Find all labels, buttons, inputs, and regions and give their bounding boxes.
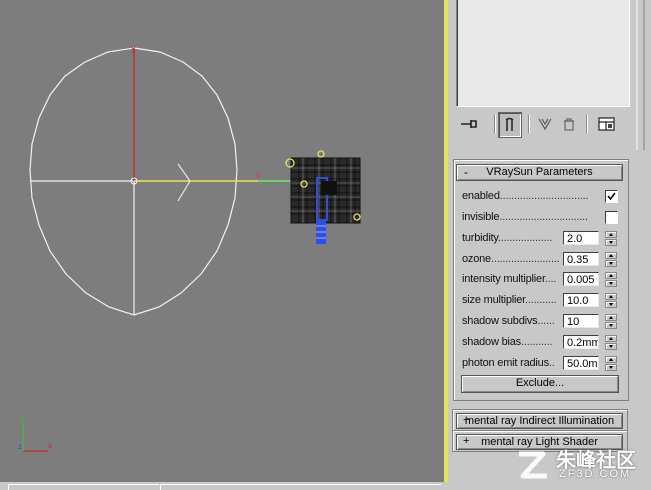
spinner-down-icon[interactable] <box>605 239 617 246</box>
turbidity-input[interactable]: 2.0 <box>563 231 599 245</box>
param-label: photon emit radius.. <box>462 357 555 369</box>
modifier-stack-list[interactable] <box>456 0 630 107</box>
param-row-ozone: ozone........................ 0.35 <box>462 251 622 269</box>
param-label-text: size multiplier <box>462 294 526 306</box>
param-label-dots: ...... <box>537 315 555 327</box>
param-label-dots: ................... <box>497 232 553 244</box>
exclude-button[interactable]: Exclude... <box>461 375 619 393</box>
spinner-arrows-icon[interactable] <box>605 293 617 308</box>
spinner-arrows-icon[interactable] <box>605 314 617 329</box>
param-label-text: invisible <box>462 211 500 223</box>
shadow-subdivs-input[interactable]: 10 <box>563 314 599 328</box>
panel-scrollbar[interactable] <box>636 0 646 150</box>
rollout-mental-ray-indirect-illumination[interactable]: + mental ray Indirect Illumination <box>456 413 623 429</box>
param-label-text: shadow subdivs <box>462 315 538 327</box>
svg-text:y: y <box>20 415 24 424</box>
vraysun-object[interactable] <box>285 150 361 244</box>
svg-text:x: x <box>256 170 261 180</box>
param-label: enabled............................... <box>462 190 588 202</box>
make-unique-icon[interactable] <box>534 112 556 136</box>
svg-text:x: x <box>48 441 52 450</box>
spinner-up-icon[interactable] <box>605 293 617 300</box>
shadow-bias-input[interactable]: 0.2mm <box>563 335 599 349</box>
configure-modifier-sets-icon[interactable] <box>596 112 618 136</box>
param-label: intensity multiplier.... <box>462 273 556 285</box>
rollout-title: VRaySun Parameters <box>486 166 593 178</box>
modifier-stack-toolbar <box>456 112 636 138</box>
pin-stack-icon[interactable] <box>458 112 480 136</box>
spinner-arrows-icon[interactable] <box>605 252 617 267</box>
spinner-down-icon[interactable] <box>605 322 617 329</box>
spinner-up-icon[interactable] <box>605 335 617 342</box>
param-label-text: turbidity <box>462 232 498 244</box>
spinner-arrows-icon[interactable] <box>605 231 617 246</box>
spinner-up-icon[interactable] <box>605 252 617 259</box>
spinner-down-icon[interactable] <box>605 364 617 371</box>
param-row-intensity-multiplier: intensity multiplier.... 0.005 <box>462 271 622 289</box>
param-label-dots: ........... <box>520 336 553 348</box>
param-row-shadow-bias: shadow bias........... 0.2mm <box>462 334 622 352</box>
spinner-down-icon[interactable] <box>605 343 617 350</box>
param-row-size-multiplier: size multiplier........... 10.0 <box>462 292 622 310</box>
param-label: turbidity................... <box>462 232 552 244</box>
param-label-text: photon emit radius <box>462 357 549 369</box>
param-label-dots: .... <box>544 273 557 285</box>
param-label-dots: ............................... <box>499 211 588 223</box>
spinner-down-icon[interactable] <box>605 280 617 287</box>
param-label: size multiplier........... <box>462 294 557 306</box>
vraysun-rollout-header[interactable]: - VRaySun Parameters <box>456 164 623 181</box>
rollout-title: mental ray Indirect Illumination <box>464 415 615 427</box>
watermark-logo-icon <box>519 451 547 479</box>
param-label-text: ozone <box>462 253 491 265</box>
spinner-up-icon[interactable] <box>605 314 617 321</box>
watermark-site: ZF3D.COM <box>559 468 632 480</box>
param-label-dots: ............................... <box>499 190 589 202</box>
spinner-down-icon[interactable] <box>605 301 617 308</box>
perspective-viewport[interactable]: y x y x z <box>0 0 444 482</box>
param-label-text: enabled <box>462 190 500 202</box>
spinner-up-icon[interactable] <box>605 356 617 363</box>
param-label-dots: ........... <box>525 294 557 306</box>
param-row-turbidity: turbidity................... 2.0 <box>462 230 622 248</box>
show-end-result-icon[interactable] <box>498 112 522 138</box>
param-label-dots: .. <box>548 357 555 369</box>
param-label: ozone........................ <box>462 253 560 265</box>
svg-text:y: y <box>131 43 136 53</box>
param-label: invisible............................... <box>462 211 588 223</box>
param-row-photon-emit-radius: photon emit radius.. 50.0mr <box>462 355 622 373</box>
axis-tripod: y x z <box>18 415 52 452</box>
invisible-checkbox[interactable] <box>605 211 618 224</box>
site-watermark: 朱峰社区 ZF3D.COM <box>513 444 645 484</box>
remove-modifier-icon[interactable] <box>558 112 580 136</box>
param-label-text: intensity multiplier <box>462 273 545 285</box>
svg-text:z: z <box>18 442 22 451</box>
spinner-arrows-icon[interactable] <box>605 356 617 371</box>
enabled-checkbox[interactable] <box>605 190 618 203</box>
intensity-multiplier-input[interactable]: 0.005 <box>563 272 599 286</box>
param-row-invisible: invisible............................... <box>462 209 622 227</box>
size-multiplier-input[interactable]: 10.0 <box>563 293 599 307</box>
param-row-enabled: enabled............................... <box>462 188 622 206</box>
param-label-text: shadow bias <box>462 336 521 348</box>
spinner-down-icon[interactable] <box>605 260 617 267</box>
ozone-input[interactable]: 0.35 <box>563 252 599 266</box>
param-label-dots: ........................ <box>490 253 560 265</box>
param-label: shadow subdivs...... <box>462 315 555 327</box>
param-row-shadow-subdivs: shadow subdivs...... 10 <box>462 313 622 331</box>
spinner-arrows-icon[interactable] <box>605 272 617 287</box>
spinner-arrows-icon[interactable] <box>605 335 617 350</box>
photon-emit-radius-input[interactable]: 50.0mr <box>563 356 599 370</box>
direction-chevron <box>177 163 191 202</box>
spinner-up-icon[interactable] <box>605 231 617 238</box>
spinner-up-icon[interactable] <box>605 272 617 279</box>
param-label: shadow bias........... <box>462 336 553 348</box>
